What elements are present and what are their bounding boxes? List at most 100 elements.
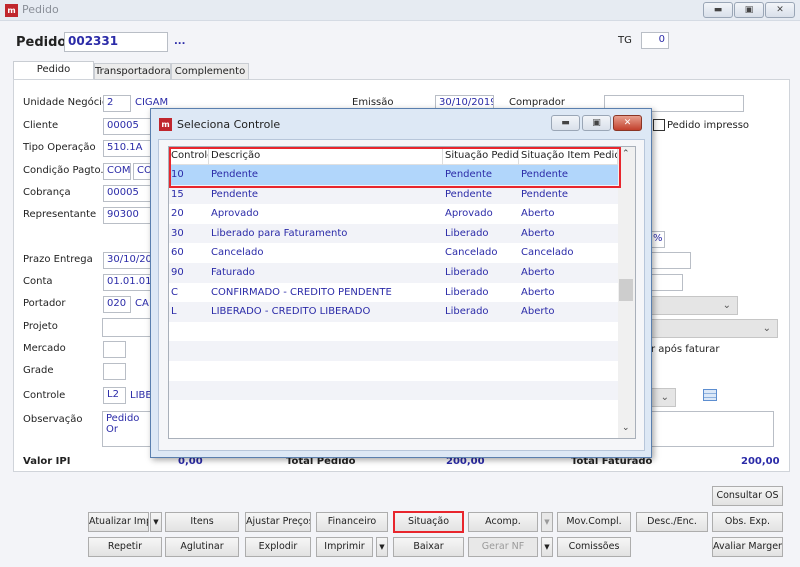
table-row[interactable]: 30 Liberado para Faturamento Liberado Abert…	[169, 223, 618, 244]
cell-descricao: LIBERADO - CREDITO LIBERADO	[211, 306, 371, 318]
prazo-label: Prazo Entrega	[23, 254, 93, 265]
cell-controle: 30	[171, 227, 184, 239]
title-bar	[0, 0, 800, 21]
window-title: Pedido	[22, 3, 59, 16]
cell-controle: C	[171, 286, 178, 298]
scroll-thumb[interactable]	[619, 279, 633, 301]
gerar-nf-button[interactable]: Gerar NF	[468, 537, 538, 557]
minimize-button[interactable]: ▬	[703, 2, 733, 18]
atualizar-imp-button[interactable]: Atualizar Imp	[88, 512, 149, 532]
restore-button[interactable]: ▣	[734, 2, 764, 18]
right-select-1[interactable]: ⌄	[651, 296, 738, 315]
valor-ipi-label: Valor IPI	[23, 456, 71, 467]
desc-enc-button[interactable]: Desc./Enc.	[636, 512, 708, 532]
empty-row[interactable]	[169, 380, 618, 401]
pedido-label: Pedido	[16, 35, 67, 50]
right-input-1[interactable]	[651, 252, 691, 269]
table-row[interactable]: C CONFIRMADO - CREDITO PENDENTE Liberado Ab…	[169, 283, 618, 303]
mercado-input[interactable]	[103, 341, 126, 358]
dialog-close-button[interactable]: ✕	[613, 115, 642, 131]
gerar-nf-dropdown[interactable]	[541, 537, 553, 557]
tg-input[interactable]: 0	[641, 32, 669, 49]
dialog-restore-button[interactable]: ▣	[582, 115, 611, 131]
controle-input[interactable]: L2	[103, 387, 126, 404]
cobranca-label: Cobrança	[23, 187, 71, 198]
grade-input[interactable]	[103, 363, 126, 380]
right-select-2[interactable]: ⌄	[651, 319, 778, 338]
controle-name: LIBE	[130, 390, 152, 401]
cell-situacao-item: Cancelado	[521, 247, 574, 259]
cell-situacao-item: Aberto	[521, 208, 555, 220]
empty-row[interactable]	[169, 341, 618, 361]
baixar-button[interactable]: Baixar	[393, 537, 464, 557]
mov-compl-button[interactable]: Mov.Compl.	[557, 512, 631, 532]
mercado-label: Mercado	[23, 343, 66, 354]
dialog-minimize-button[interactable]: ▬	[551, 115, 580, 131]
controle-label: Controle	[23, 390, 66, 401]
acomp-button[interactable]: Acomp.	[468, 512, 538, 532]
cell-situacao-item: Aberto	[521, 306, 555, 318]
repetir-button[interactable]: Repetir	[88, 537, 162, 557]
cobranca-input[interactable]: 00005	[103, 185, 153, 202]
consultar-os-button[interactable]: Consultar OS	[712, 486, 783, 506]
tab-complemento[interactable]: Complemento	[171, 63, 249, 80]
itens-button[interactable]: Itens	[165, 512, 239, 532]
empty-row[interactable]	[169, 322, 618, 342]
tipo-operacao-input[interactable]: 510.1A	[103, 140, 153, 157]
avaliar-margem-button[interactable]: Avaliar Margem	[712, 537, 783, 557]
condicao-input[interactable]: COM	[103, 163, 131, 180]
scroll-down-icon[interactable]: ⌄	[622, 423, 630, 433]
acomp-dropdown[interactable]	[541, 512, 553, 532]
cell-situacao-pedido: Aprovado	[445, 208, 493, 220]
scroll-up-icon[interactable]: ⌃	[622, 149, 630, 159]
aglutinar-button[interactable]: Aglutinar	[165, 537, 239, 557]
ajustar-precos-button[interactable]: Ajustar Preços	[245, 512, 311, 532]
cell-situacao-item: Aberto	[521, 286, 555, 298]
representante-input[interactable]: 90300	[103, 207, 153, 224]
cell-controle: 60	[171, 247, 184, 259]
percent-button[interactable]: %	[651, 231, 665, 248]
imprimir-dropdown[interactable]	[376, 537, 388, 557]
situacao-button[interactable]: Situação	[393, 511, 464, 533]
tab-pedido[interactable]: Pedido	[13, 61, 94, 79]
right-textarea[interactable]	[651, 411, 774, 447]
table-row[interactable]: L LIBERADO - CREDITO LIBERADO Liberado Aber…	[169, 302, 618, 322]
condicao-label: Condição Pagto.	[23, 165, 104, 176]
grid-scrollbar[interactable]: ⌃ ⌄	[618, 147, 635, 438]
cell-descricao: Faturado	[211, 267, 255, 278]
portador-label: Portador	[23, 298, 66, 309]
cliente-input[interactable]: 00005	[103, 118, 153, 135]
controle-grid: Controle Descrição Situação Pedido Situa…	[168, 146, 636, 439]
financeiro-button[interactable]: Financeiro	[316, 512, 388, 532]
right-input-2[interactable]	[651, 274, 683, 291]
cell-situacao-pedido: Cancelado	[445, 247, 498, 259]
unidade-input[interactable]: 2	[103, 95, 131, 112]
tg-label: TG	[618, 35, 632, 46]
table-row[interactable]: 60 Cancelado Cancelado Cancelado	[169, 243, 618, 263]
tab-transportadora[interactable]: Transportadora	[94, 63, 171, 80]
explodir-button[interactable]: Explodir	[245, 537, 311, 557]
observacao-textarea[interactable]: Pedido Or	[102, 411, 152, 447]
empty-row[interactable]	[169, 361, 618, 381]
highlight-box	[169, 147, 621, 188]
pedido-input[interactable]: 002331	[64, 32, 168, 52]
obs-exp-button[interactable]: Obs. Exp.	[712, 512, 783, 532]
pedido-impresso-checkbox[interactable]	[653, 119, 665, 131]
table-row[interactable]: 20 Aprovado Aprovado Aberto	[169, 204, 618, 224]
cell-controle: L	[171, 306, 177, 318]
pedido-lookup-button[interactable]: ...	[174, 36, 185, 47]
right-select-3[interactable]: ⌄	[651, 388, 676, 407]
comissoes-button[interactable]: Comissões	[557, 537, 631, 557]
imprimir-button[interactable]: Imprimir	[316, 537, 373, 557]
prazo-input[interactable]: 30/10/20	[103, 252, 153, 269]
projeto-input[interactable]	[102, 318, 152, 337]
atualizar-imp-dropdown[interactable]	[150, 512, 162, 532]
cell-situacao-pedido: Liberado	[445, 286, 489, 298]
portador-input[interactable]: 020	[103, 296, 131, 313]
cell-situacao-pedido: Liberado	[445, 306, 489, 318]
conta-input[interactable]: 01.01.01	[103, 274, 153, 291]
close-button[interactable]: ✕	[765, 2, 795, 18]
calendar-icon[interactable]	[703, 389, 717, 401]
table-row[interactable]: 90 Faturado Liberado Aberto	[169, 263, 618, 283]
cell-descricao: Liberado para Faturamento	[211, 227, 348, 239]
